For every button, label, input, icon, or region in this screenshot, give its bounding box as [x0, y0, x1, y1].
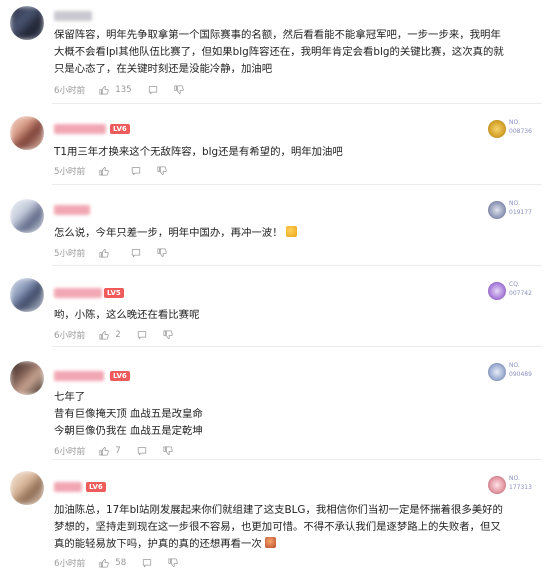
comment-text: T1用三年才换来这个无敌阵容，blg还是有希望的，明年加油吧	[54, 146, 343, 158]
level-badge: LV6	[86, 482, 106, 492]
username[interactable]	[54, 482, 82, 492]
like-count: 135	[115, 85, 132, 95]
reply-button[interactable]	[148, 85, 158, 95]
reply-button[interactable]	[142, 558, 152, 568]
thumbs-up-icon	[99, 559, 109, 568]
fan-medal[interactable]: NO. 008736	[488, 118, 538, 142]
avatar[interactable]	[10, 471, 44, 505]
comment-time: 6小时前	[54, 331, 86, 341]
username[interactable]	[54, 371, 104, 381]
thumbs-down-icon	[168, 558, 178, 567]
avatar[interactable]	[10, 116, 44, 150]
like-count: 7	[115, 446, 121, 456]
thumbs-up-icon	[99, 447, 109, 456]
avatar[interactable]	[10, 278, 44, 312]
fan-medal[interactable]: NO. 019177	[488, 199, 538, 223]
thumbs-down-icon	[163, 330, 173, 339]
avatar[interactable]	[10, 6, 44, 40]
comment-time: 5小时前	[54, 167, 86, 177]
sticker-emoji-icon	[264, 537, 276, 548]
comment-icon	[132, 167, 141, 176]
comment-icon	[137, 447, 146, 456]
comment-icon	[148, 86, 157, 95]
medal-icon	[488, 201, 506, 219]
username[interactable]	[54, 124, 106, 134]
comment-text: 哟，小陈，这么晚还在看比赛呢	[54, 309, 200, 321]
like-button[interactable]: 7	[99, 446, 121, 456]
comment-time: 6小时前	[54, 447, 86, 457]
thumbs-down-icon	[174, 85, 184, 94]
comment-meta: 6小时前 2	[54, 329, 189, 341]
username[interactable]	[54, 288, 102, 298]
thumbs-up-icon	[99, 249, 109, 258]
dislike-button[interactable]	[163, 330, 173, 340]
comment-meta: 6小时前 7	[54, 445, 189, 457]
level-badge: LV6	[110, 371, 130, 381]
comment-item: LV6 NO. 177313 加油陈总，17年bl站刚发展起来你们就组建了这支B…	[0, 460, 550, 575]
comment-icon	[132, 249, 141, 258]
dislike-button[interactable]	[157, 248, 167, 258]
fan-medal[interactable]: CQ. 007742	[488, 280, 538, 304]
thumbs-down-icon	[157, 248, 167, 257]
comment-text: 加油陈总，17年bl站刚发展起来你们就组建了这支BLG，我相信你们当初一定是怀揣…	[54, 504, 503, 550]
comment-feed: 保留阵容，明年先争取拿第一个国际赛事的名额，然后看看能不能拿冠军吧，一步一步来，…	[0, 0, 550, 575]
dislike-button[interactable]	[157, 166, 167, 176]
medal-icon	[488, 282, 506, 300]
like-count: 58	[115, 558, 127, 568]
medal-icon	[488, 363, 506, 381]
comment-item: LV5 CQ. 007742 哟，小陈，这么晚还在看比赛呢 6小时前 2	[0, 266, 550, 346]
medal-icon	[488, 476, 506, 494]
thumbs-up-icon	[99, 167, 109, 176]
level-badge: LV6	[110, 124, 130, 134]
like-button[interactable]: 135	[99, 85, 132, 95]
comment-meta: 6小时前 58	[54, 557, 194, 569]
like-button[interactable]	[99, 248, 115, 258]
fan-medal[interactable]: NO. 177313	[488, 474, 538, 498]
comment-item: NO. 019177 怎么说，今年只差一步，明年中国办，再冲一波！ 5小时前	[0, 185, 550, 265]
medal-icon	[488, 120, 506, 138]
comment-item: LV6 NO. 090489 七年了 昔有巨像掩天顶 血战五是改皇命 今朝巨像仍…	[0, 347, 550, 457]
comment-icon	[137, 331, 146, 340]
like-button[interactable]: 2	[99, 330, 121, 340]
dislike-button[interactable]	[163, 446, 173, 456]
thumbs-up-icon	[99, 86, 109, 95]
comment-text: 七年了 昔有巨像掩天顶 血战五是改皇命 今朝巨像仍我在 血战五是定乾坤	[54, 391, 203, 437]
comment-meta: 5小时前	[54, 247, 183, 259]
avatar[interactable]	[10, 361, 44, 395]
comment-text: 怎么说，今年只差一步，明年中国办，再冲一波！	[54, 225, 510, 242]
comment-text: 保留阵容，明年先争取拿第一个国际赛事的名额，然后看看能不能拿冠军吧，一步一步来，…	[54, 29, 504, 75]
comment-item: 保留阵容，明年先争取拿第一个国际赛事的名额，然后看看能不能拿冠军吧，一步一步来，…	[0, 0, 550, 100]
dislike-button[interactable]	[174, 85, 184, 95]
thumbs-down-icon	[157, 166, 167, 175]
comment-time: 6小时前	[54, 86, 86, 96]
thumbs-up-icon	[99, 331, 109, 340]
reply-button[interactable]	[137, 330, 147, 340]
comment-time: 5小时前	[54, 249, 86, 259]
like-button[interactable]	[99, 166, 115, 176]
thumbs-down-icon	[163, 446, 173, 455]
comment-meta: 6小时前 135	[54, 84, 200, 96]
reply-button[interactable]	[131, 248, 141, 258]
like-button[interactable]: 58	[99, 558, 126, 568]
comment-item: LV6 NO. 008736 T1用三年才换来这个无敌阵容，blg还是有希望的，…	[0, 104, 550, 184]
username[interactable]	[54, 205, 90, 215]
thumbs-up-emoji-icon	[285, 226, 297, 237]
reply-button[interactable]	[137, 446, 147, 456]
fan-medal[interactable]: NO. 090489	[488, 361, 538, 385]
comment-time: 6小时前	[54, 559, 86, 569]
reply-button[interactable]	[131, 166, 141, 176]
username[interactable]	[54, 11, 92, 21]
dislike-button[interactable]	[168, 558, 178, 568]
like-count: 2	[115, 330, 121, 340]
level-badge: LV5	[104, 288, 124, 298]
comment-icon	[143, 559, 152, 568]
avatar[interactable]	[10, 199, 44, 233]
comment-meta: 5小时前	[54, 165, 183, 177]
